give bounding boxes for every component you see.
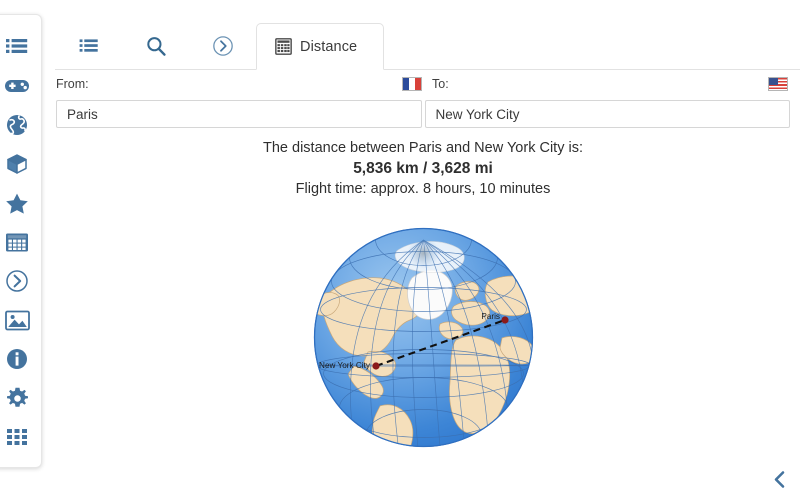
sidebar-item-history[interactable] <box>0 262 41 301</box>
flag-united-states-icon <box>768 77 788 91</box>
distance-result: The distance between Paris and New York … <box>56 138 790 199</box>
origin-marker[interactable] <box>501 316 509 324</box>
globe-svg: Paris New York City <box>313 227 534 448</box>
tab-strip: Distance <box>55 23 800 70</box>
gear-icon <box>6 387 28 407</box>
tab-list[interactable] <box>55 23 122 69</box>
tab-bar: Distance <box>55 22 800 70</box>
sidebar-item-cube[interactable] <box>0 144 41 183</box>
from-label: From: <box>56 77 89 91</box>
sidebar-item-settings[interactable] <box>0 379 41 418</box>
table-icon <box>6 233 28 252</box>
north-pole-convergence <box>407 237 440 269</box>
info-icon <box>7 349 27 370</box>
app-root: Distance From: To: The distance between … <box>0 0 800 500</box>
sidebar-item-games[interactable] <box>0 66 41 105</box>
tab-distance[interactable]: Distance <box>256 23 384 70</box>
sidebar-item-list[interactable] <box>0 27 41 66</box>
sidebar-item-info[interactable] <box>0 340 41 379</box>
clock-circle-icon <box>6 270 28 292</box>
gamepad-icon <box>5 79 29 92</box>
clock-circle-icon <box>212 36 233 56</box>
to-input[interactable] <box>424 100 790 128</box>
location-inputs-row <box>56 100 790 128</box>
destination-label: New York City <box>319 361 371 370</box>
search-icon <box>146 37 166 56</box>
to-field-header: To: <box>422 77 788 91</box>
cube-icon <box>7 154 27 174</box>
result-flight-time: Flight time: approx. 8 hours, 10 minutes <box>295 181 551 197</box>
tab-distance-label: Distance <box>300 38 358 55</box>
calculator-icon <box>275 38 292 55</box>
flag-canton <box>769 78 778 85</box>
result-intro-line: The distance between Paris and New York … <box>263 140 583 156</box>
image-icon <box>4 310 30 331</box>
globe-map: Paris New York City <box>306 220 541 455</box>
star-icon <box>6 193 28 214</box>
list-icon <box>79 38 98 52</box>
origin-label: Paris <box>481 312 500 321</box>
chevron-left-icon <box>774 470 784 488</box>
apps-grid-icon <box>7 429 27 446</box>
to-label: To: <box>432 77 449 91</box>
sidebar-item-images[interactable] <box>0 301 41 340</box>
sidebar-item-apps[interactable] <box>0 418 41 457</box>
from-input[interactable] <box>56 100 422 128</box>
destination-marker[interactable] <box>372 362 380 370</box>
result-distance-value: 5,836 km / 3,628 mi <box>353 160 493 177</box>
from-field-header: From: <box>56 77 422 91</box>
tab-search[interactable] <box>122 23 189 69</box>
flag-france-icon <box>402 77 422 91</box>
list-icon <box>6 38 28 53</box>
sidebar-item-favorites[interactable] <box>0 183 41 222</box>
globe-icon <box>7 114 27 135</box>
collapse-panel-button[interactable] <box>766 466 792 492</box>
field-labels-row: From: To: <box>56 74 791 94</box>
sidebar <box>0 14 42 468</box>
sidebar-item-table[interactable] <box>0 222 41 261</box>
sidebar-item-globe[interactable] <box>0 105 41 144</box>
tab-history[interactable] <box>189 23 256 69</box>
